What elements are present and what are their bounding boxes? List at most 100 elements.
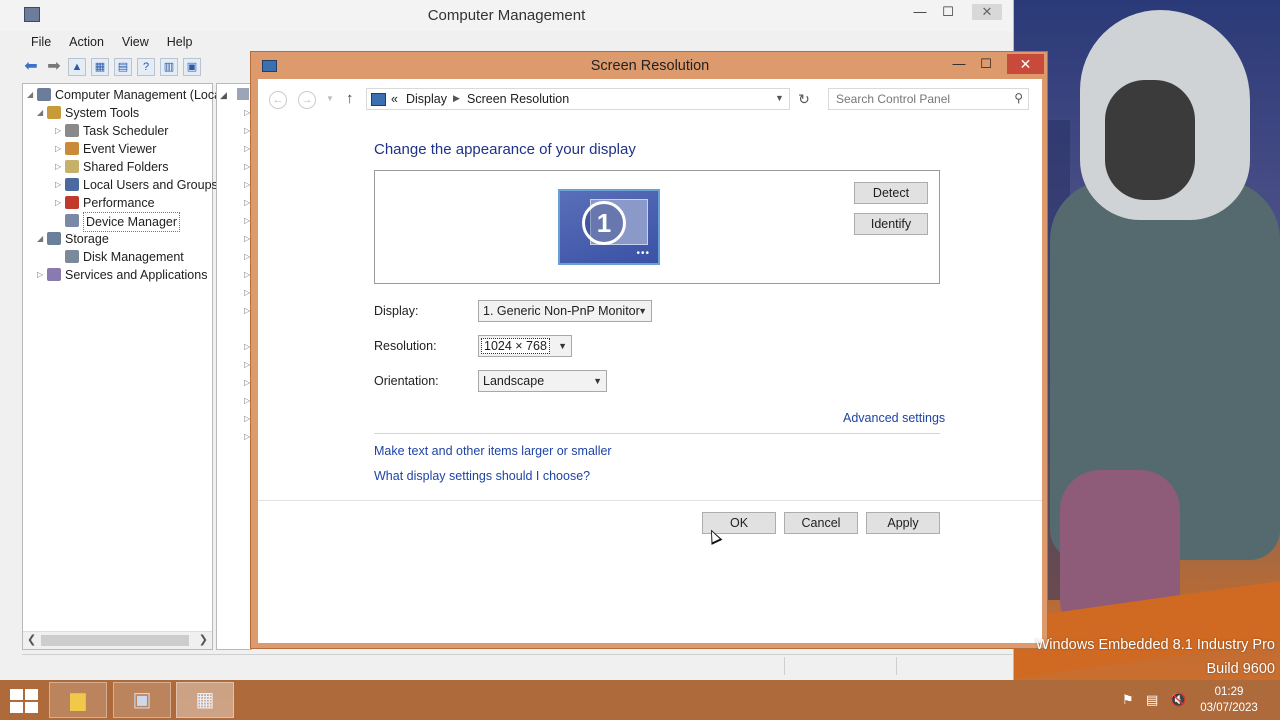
monitor-1-icon[interactable]: 1 •••: [558, 189, 660, 265]
collapse-arrow-icon[interactable]: ◢: [37, 104, 45, 122]
scrollbar-thumb[interactable]: [41, 635, 189, 646]
expand-arrow-icon[interactable]: ▷: [55, 122, 63, 140]
tree-item[interactable]: ▷ Performance: [23, 194, 212, 212]
tree-item[interactable]: ◢ Computer Management (Local: [23, 86, 224, 104]
minimize-icon[interactable]: —: [908, 4, 932, 20]
monitor-panel: 1 ••• Detect Identify: [374, 170, 940, 284]
help-icon[interactable]: ?: [137, 58, 155, 76]
maximize-icon[interactable]: ☐: [973, 54, 999, 74]
maximize-icon[interactable]: ☐: [936, 4, 960, 20]
orientation-select-value: Landscape: [483, 374, 545, 388]
recent-pages-icon[interactable]: ▼: [326, 94, 334, 103]
advanced-settings-link[interactable]: Advanced settings: [843, 411, 945, 425]
expand-arrow-icon[interactable]: ▷: [55, 194, 63, 212]
cm-titlebar[interactable]: Computer Management — ☐ ✕: [0, 0, 1013, 31]
display-help-link[interactable]: What display settings should I choose?: [374, 469, 590, 483]
chevron-down-icon[interactable]: ▼: [775, 93, 784, 103]
navigation-bar: ← → ▼ ↑ « Display ▶ Screen Resolution ▼ …: [258, 79, 1042, 121]
monitor-dots: •••: [636, 248, 650, 259]
clock-date: 03/07/2023: [1200, 702, 1258, 714]
show-hide-tree-icon[interactable]: ▦: [91, 58, 109, 76]
breadcrumb-overflow[interactable]: «: [391, 92, 398, 106]
expand-arrow-icon[interactable]: ▷: [55, 140, 63, 158]
close-icon[interactable]: ✕: [972, 4, 1002, 20]
volume-muted-icon[interactable]: 🔇: [1170, 692, 1186, 708]
back-arrow-icon[interactable]: ⬅: [22, 58, 40, 76]
chevron-right-icon[interactable]: ▶: [453, 93, 460, 104]
collapse-arrow-icon[interactable]: ◢: [220, 90, 227, 101]
device-icon[interactable]: ▣: [183, 58, 201, 76]
cm-status-bar: [22, 654, 1012, 677]
forward-arrow-icon[interactable]: ➡: [45, 58, 63, 76]
expand-arrow-icon[interactable]: ▷: [55, 158, 63, 176]
tree-item[interactable]: ◢ System Tools: [23, 104, 212, 122]
desktop-wallpaper: [1010, 0, 1280, 680]
action-pane-icon[interactable]: ▥: [160, 58, 178, 76]
detect-button[interactable]: Detect: [854, 182, 928, 204]
collapse-arrow-icon[interactable]: ◢: [37, 230, 45, 248]
display-select[interactable]: 1. Generic Non-PnP Monitor ▼: [478, 300, 652, 322]
tree-item[interactable]: ▷ Local Users and Groups: [23, 176, 218, 194]
tree-item-label: Task Scheduler: [83, 124, 169, 138]
tree-item-label: Performance: [83, 196, 155, 210]
forward-icon[interactable]: →: [298, 91, 316, 109]
start-button[interactable]: [10, 689, 38, 713]
tree-item-label: Device Manager: [83, 212, 181, 232]
scroll-right-icon[interactable]: ❯: [199, 633, 208, 646]
chevron-down-icon[interactable]: ▼: [638, 301, 647, 321]
tree-item[interactable]: Device Manager: [23, 212, 212, 232]
screen-resolution-taskbar-button[interactable]: ▦: [176, 682, 234, 718]
breadcrumb-display[interactable]: Display: [406, 92, 447, 106]
back-icon[interactable]: ←: [269, 91, 287, 109]
menu-view[interactable]: View: [113, 33, 158, 51]
device-manager-icon: [65, 214, 79, 227]
resolution-label: Resolution:: [374, 339, 437, 353]
scroll-left-icon[interactable]: ❮: [27, 633, 36, 646]
collapse-arrow-icon[interactable]: ◢: [27, 86, 35, 104]
orientation-label: Orientation:: [374, 374, 439, 388]
menu-file[interactable]: File: [22, 33, 60, 51]
minimize-icon[interactable]: —: [946, 54, 972, 74]
menu-help[interactable]: Help: [158, 33, 202, 51]
footer-divider: [258, 500, 1042, 501]
chevron-down-icon[interactable]: ▼: [593, 371, 602, 391]
tree-item[interactable]: ◢ Storage: [23, 230, 212, 248]
properties-icon[interactable]: ▤: [114, 58, 132, 76]
up-arrow-icon[interactable]: ↑: [346, 90, 354, 107]
address-bar[interactable]: « Display ▶ Screen Resolution ▼: [366, 88, 790, 110]
tree-item[interactable]: ▷ Task Scheduler: [23, 122, 212, 140]
tree-item-label: System Tools: [65, 106, 140, 120]
taskbar-clock[interactable]: 01:29 03/07/2023: [1196, 684, 1262, 716]
tree-horizontal-scrollbar[interactable]: ❮ ❯: [23, 631, 212, 649]
orientation-select[interactable]: Landscape ▼: [478, 370, 607, 392]
tree-item[interactable]: Disk Management: [23, 248, 212, 266]
folder-icon: ▆: [70, 689, 86, 711]
tree-item[interactable]: ▷ Services and Applications: [23, 266, 212, 284]
expand-arrow-icon[interactable]: ▷: [55, 176, 63, 194]
monitor-number: 1: [582, 201, 626, 245]
identify-button[interactable]: Identify: [854, 213, 928, 235]
close-icon[interactable]: ✕: [1007, 54, 1044, 74]
action-center-flag-icon[interactable]: ⚑: [1122, 692, 1134, 708]
computer-management-icon: ▣: [132, 689, 152, 711]
breadcrumb-screen-resolution[interactable]: Screen Resolution: [467, 92, 569, 106]
sr-content: ← → ▼ ↑ « Display ▶ Screen Resolution ▼ …: [258, 79, 1042, 643]
file-explorer-taskbar-button[interactable]: ▆: [49, 682, 107, 718]
text-size-link[interactable]: Make text and other items larger or smal…: [374, 444, 612, 458]
apply-button[interactable]: Apply: [866, 512, 940, 534]
tree-item[interactable]: ▷ Event Viewer: [23, 140, 212, 158]
computer-management-taskbar-button[interactable]: ▣: [113, 682, 171, 718]
refresh-icon[interactable]: ↻: [794, 88, 814, 110]
resolution-select[interactable]: 1024 × 768 ▼: [478, 335, 572, 357]
network-icon[interactable]: ▤: [1146, 692, 1158, 708]
expand-arrow-icon[interactable]: ▷: [37, 266, 45, 284]
menu-action[interactable]: Action: [60, 33, 113, 51]
chevron-down-icon[interactable]: ▼: [558, 336, 567, 356]
up-folder-icon[interactable]: ▲: [68, 58, 86, 76]
search-icon[interactable]: ⚲: [1014, 91, 1023, 105]
cancel-button[interactable]: Cancel: [784, 512, 858, 534]
display-select-value: 1. Generic Non-PnP Monitor: [483, 304, 640, 318]
services-icon: [47, 268, 61, 281]
tree-item[interactable]: ▷ Shared Folders: [23, 158, 212, 176]
search-input[interactable]: Search Control Panel ⚲: [828, 88, 1029, 110]
